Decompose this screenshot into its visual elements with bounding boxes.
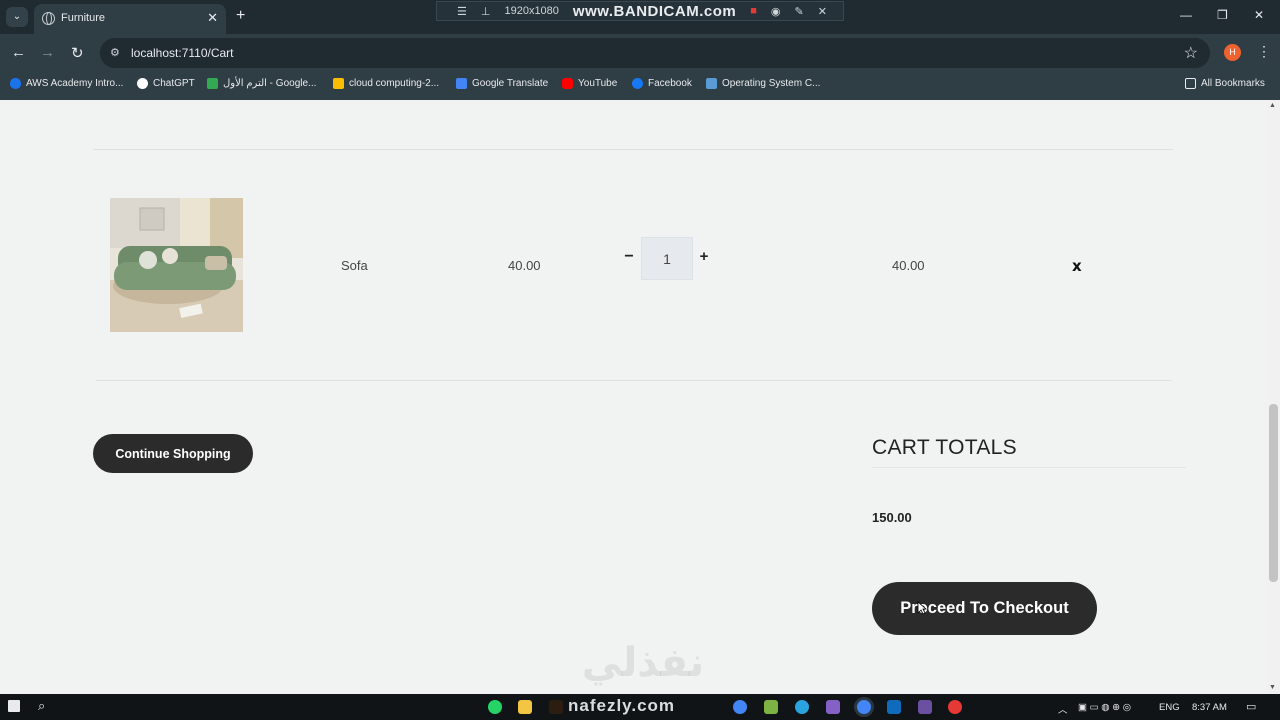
profile-avatar[interactable]: H [1224,44,1241,61]
address-bar[interactable]: ⚙ localhost:7110/Cart ☆ [100,38,1210,68]
google-drive-icon [207,78,218,89]
quantity-increase-button[interactable]: + [697,248,711,265]
bookmark-label: AWS Academy Intro... [26,78,124,89]
bookmark-label: ChatGPT [153,78,195,89]
url-text[interactable]: localhost:7110/Cart [131,46,234,60]
watermark-latin: nafezly.com [568,696,676,715]
bookmark-label: Operating System C... [722,78,821,89]
scroll-up-arrow-icon[interactable]: ▲ [1269,102,1276,109]
telegram-icon[interactable] [795,700,809,714]
store-icon[interactable] [764,700,778,714]
minimize-icon[interactable]: — [1180,8,1192,22]
sofa-product-image [110,198,243,332]
reload-icon[interactable]: ↻ [71,44,84,62]
bookmark-label: cloud computing-2... [349,78,440,89]
bandicam-brand: www.BANDICAM.com [572,2,737,20]
bookmark-label: Google Translate [472,78,549,89]
bookmark-label: الترم الأول - Google... [223,78,317,89]
bookmark-youtube[interactable]: YouTube [562,78,617,89]
bookmark-star-icon[interactable]: ☆ [1184,43,1198,63]
new-tab-plus-icon[interactable]: + [236,7,245,25]
mouse-cursor-icon [917,601,927,615]
recording-resolution: 1920x1080 [504,5,559,17]
translate-icon [456,78,467,89]
divider [872,467,1186,468]
browser-toolbar: ← → ↻ ⚙ localhost:7110/Cart ☆ H ⋮ [0,34,1280,72]
cart-totals-heading: CART TOTALS [872,436,1017,459]
youtube-icon [562,78,573,89]
bookmark-google-translate[interactable]: Google Translate [456,78,548,89]
chrome-icon[interactable] [733,700,747,714]
tab-close-icon[interactable]: ✕ [207,10,218,26]
site-info-icon[interactable]: ⚙ [110,46,120,59]
tray-chevron-icon[interactable]: ︿ [1058,702,1068,716]
bandicam-overlay: ☰ ⊥ 1920x1080 www.BANDICAM.com ■ ◉ ✎ ✕ [436,1,844,21]
illustrator-icon[interactable] [549,700,563,714]
bookmark-chatgpt[interactable]: ChatGPT [137,78,195,89]
back-arrow-icon[interactable]: ← [11,44,26,61]
language-indicator[interactable]: ENG [1159,702,1180,713]
tab-title: Furniture [61,12,106,24]
browser-menu-icon[interactable]: ⋮ [1257,43,1271,60]
tab-search-chevron-icon[interactable]: ⌄ [6,7,28,27]
restore-icon[interactable]: ❐ [1217,8,1228,22]
bookmarks-bar: AWS Academy Intro... ChatGPT الترم الأول… [0,72,1280,96]
bookmark-aws[interactable]: AWS Academy Intro... [10,78,123,89]
watermark-arabic: نفذلي [581,640,705,686]
quantity-input[interactable] [641,237,693,280]
page-scrollbar[interactable]: ▲ ▼ [1266,100,1280,694]
close-icon[interactable]: ✕ [818,5,827,18]
pin-icon[interactable]: ⊥ [481,5,491,18]
divider [96,380,1172,381]
product-subtotal: 40.00 [892,258,925,273]
file-explorer-icon[interactable] [518,700,532,714]
windows-taskbar: ⌕ nafezly.com ︿ ▣ ▭ ◍ ⊕ ◎ ENG 8:37 AM ▭ [0,694,1280,720]
browser-tab[interactable]: Furniture ✕ [34,4,226,34]
divider [93,149,1173,150]
windows-start-icon[interactable] [8,700,20,712]
chatgpt-icon [137,78,148,89]
bookmark-label: YouTube [578,78,618,89]
globe-icon [42,12,55,25]
cart-total-value: 150.00 [872,510,912,525]
camera-icon[interactable]: ◉ [771,5,781,18]
continue-shopping-button[interactable]: Continue Shopping [93,434,253,473]
remove-item-button[interactable]: x [1072,257,1082,275]
monitor-icon [706,78,717,89]
bookmark-facebook[interactable]: Facebook [632,78,692,89]
facebook-icon [632,78,643,89]
visual-studio-icon[interactable] [826,700,840,714]
product-name: Sofa [341,258,368,273]
proceed-to-checkout-button[interactable]: Proceed To Checkout [872,582,1097,635]
mail-icon[interactable] [887,700,901,714]
bookmark-label: Facebook [648,78,692,89]
all-bookmarks[interactable]: All Bookmarks [1185,78,1265,89]
google-drive-icon [333,78,344,89]
bookmark-cloud-computing[interactable]: cloud computing-2... [333,78,439,89]
product-price: 40.00 [508,258,541,273]
pencil-icon[interactable]: ✎ [794,5,803,18]
bookmark-google-drive-term[interactable]: الترم الأول - Google... [207,78,316,89]
scrollbar-thumb[interactable] [1269,404,1278,582]
cloud-icon [10,78,21,89]
stop-record-icon[interactable]: ■ [750,5,757,17]
window-close-icon[interactable]: ✕ [1254,8,1264,22]
forward-arrow-icon[interactable]: → [40,44,55,61]
bookmark-label: All Bookmarks [1201,78,1265,89]
whatsapp-icon[interactable] [488,700,502,714]
notification-icon[interactable]: ▭ [1246,700,1256,713]
chrome-active-icon[interactable] [857,700,871,714]
search-icon[interactable]: ⌕ [38,698,45,714]
menu-icon[interactable]: ☰ [457,5,467,18]
app-icon[interactable] [918,700,932,714]
tray-icons[interactable]: ▣ ▭ ◍ ⊕ ◎ [1078,702,1131,713]
scroll-down-arrow-icon[interactable]: ▼ [1269,684,1276,691]
clock-time[interactable]: 8:37 AM [1192,702,1227,713]
quantity-decrease-button[interactable]: − [622,248,636,266]
bandicam-record-icon[interactable] [948,700,962,714]
bookmark-operating-system[interactable]: Operating System C... [706,78,820,89]
folder-icon [1185,78,1196,89]
cart-page: Sofa 40.00 − + 40.00 x Continue Shopping… [0,100,1266,694]
